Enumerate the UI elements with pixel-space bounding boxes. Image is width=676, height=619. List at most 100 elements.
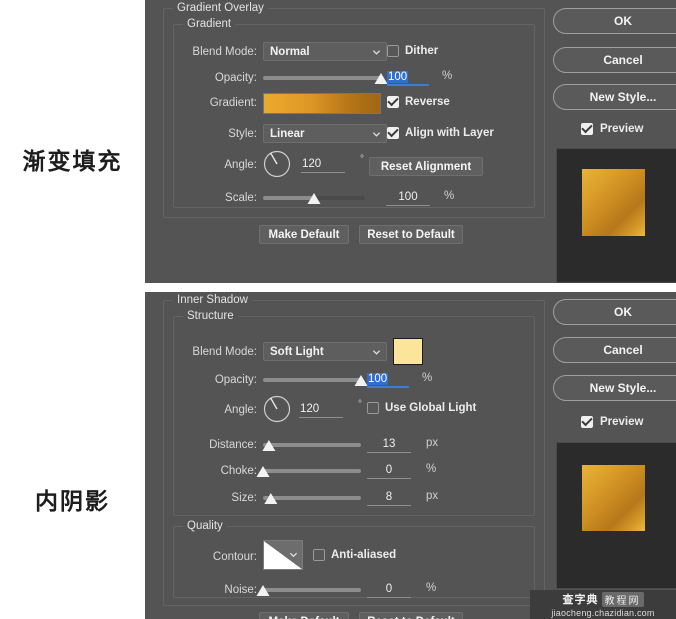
dither-checkbox[interactable]: Dither bbox=[387, 45, 438, 57]
structure-group-title: Structure bbox=[183, 310, 238, 322]
preview-square bbox=[581, 168, 646, 237]
gradient-swatch-wrap bbox=[263, 93, 395, 114]
choke-slider-fill bbox=[263, 469, 361, 473]
is-angle-label: Angle: bbox=[224, 404, 257, 416]
reverse-label: Reverse bbox=[405, 96, 450, 108]
noise-row: Noise: bbox=[181, 580, 257, 600]
reset-alignment-button[interactable]: Reset Alignment bbox=[369, 157, 483, 176]
size-slider[interactable] bbox=[263, 491, 361, 505]
style-select[interactable]: Linear bbox=[263, 124, 387, 143]
preview-checkbox[interactable]: Preview bbox=[581, 123, 643, 135]
is-opacity-value: 100 bbox=[367, 372, 389, 385]
is-cancel-button[interactable]: Cancel bbox=[553, 337, 676, 363]
is-opacity-row: Opacity: bbox=[181, 370, 257, 390]
inner-shadow-panel: Inner Shadow Structure Blend Mode: Soft … bbox=[145, 292, 676, 619]
is-angle-dial[interactable] bbox=[263, 395, 291, 423]
noise-value: 0 bbox=[385, 583, 393, 595]
blend-mode-label: Blend Mode: bbox=[192, 46, 257, 58]
size-unit: px bbox=[426, 490, 439, 502]
angle-field[interactable]: 120 bbox=[301, 156, 345, 173]
make-default-label: Make Default bbox=[268, 228, 340, 241]
choke-field[interactable]: 0 bbox=[367, 462, 411, 479]
is-opacity-field[interactable]: 100 bbox=[367, 371, 409, 388]
make-default-button[interactable]: Make Default bbox=[259, 225, 349, 244]
is-reset-to-default-label: Reset to Default bbox=[367, 616, 455, 619]
is-make-default-label: Make Default bbox=[269, 616, 340, 619]
cancel-button[interactable]: Cancel bbox=[553, 47, 676, 73]
is-reset-to-default-button[interactable]: Reset to Default bbox=[359, 612, 463, 619]
distance-label: Distance: bbox=[209, 439, 257, 451]
size-field[interactable]: 8 bbox=[367, 489, 411, 506]
is-preview-checkbox[interactable]: Preview bbox=[581, 416, 643, 428]
is-angle-field[interactable]: 120 bbox=[299, 401, 343, 418]
size-slider-fill bbox=[263, 496, 361, 500]
blend-mode-select[interactable]: Normal bbox=[263, 42, 387, 61]
choke-label: Choke: bbox=[220, 465, 257, 477]
scale-slider[interactable] bbox=[263, 191, 365, 205]
choke-slider[interactable] bbox=[256, 464, 361, 478]
gradient-label: Gradient: bbox=[209, 97, 257, 109]
distance-slider[interactable] bbox=[262, 438, 361, 452]
angle-dial[interactable] bbox=[263, 150, 291, 178]
contour-row: Contour: bbox=[181, 547, 257, 567]
distance-row: Distance: bbox=[181, 435, 257, 455]
align-with-layer-checkbox[interactable]: Align with Layer bbox=[387, 127, 494, 139]
chevron-down-icon bbox=[372, 131, 381, 137]
reverse-checkbox[interactable]: Reverse bbox=[387, 96, 450, 108]
opacity-slider[interactable] bbox=[263, 71, 388, 85]
is-blend-mode-row: Blend Mode: bbox=[181, 342, 257, 362]
is-opacity-label: Opacity: bbox=[214, 374, 257, 386]
annotation-gradient-fill: 渐变填充 bbox=[22, 149, 123, 175]
is-angle-unit: ° bbox=[358, 399, 362, 410]
reset-to-default-label: Reset to Default bbox=[367, 228, 455, 241]
gradient-swatch[interactable] bbox=[263, 93, 381, 114]
is-opacity-slider[interactable] bbox=[263, 373, 368, 387]
anti-aliased-checkbox[interactable]: Anti-aliased bbox=[313, 549, 396, 561]
align-with-layer-label: Align with Layer bbox=[405, 127, 494, 139]
size-value: 8 bbox=[385, 491, 393, 503]
opacity-field[interactable]: 100 bbox=[387, 69, 429, 86]
new-style-button[interactable]: New Style... bbox=[553, 84, 676, 110]
angle-unit: ° bbox=[360, 154, 364, 165]
noise-slider[interactable] bbox=[256, 583, 361, 597]
distance-field[interactable]: 13 bbox=[367, 436, 411, 453]
reverse-checkbox-box bbox=[387, 96, 399, 108]
annotation-column: 渐变填充 内阴影 bbox=[0, 0, 145, 619]
scale-row: Scale: bbox=[181, 188, 257, 208]
dither-checkbox-box bbox=[387, 45, 399, 57]
chevron-down-icon bbox=[372, 49, 381, 55]
ok-button[interactable]: OK bbox=[553, 8, 676, 34]
reset-to-default-button[interactable]: Reset to Default bbox=[359, 225, 463, 244]
is-make-default-button[interactable]: Make Default bbox=[259, 612, 349, 619]
is-new-style-button[interactable]: New Style... bbox=[553, 375, 676, 401]
shadow-color-swatch[interactable] bbox=[393, 338, 423, 365]
preview-label: Preview bbox=[600, 123, 644, 135]
is-ok-button[interactable]: OK bbox=[553, 299, 676, 325]
gradient-overlay-panel: Gradient Overlay Gradient Blend Mode: No… bbox=[145, 0, 676, 283]
angle-label: Angle: bbox=[224, 159, 257, 171]
use-global-light-checkbox[interactable]: Use Global Light bbox=[367, 402, 476, 414]
anti-aliased-checkbox-box bbox=[313, 549, 325, 561]
chevron-down-icon bbox=[372, 349, 381, 355]
blend-mode-row: Blend Mode: bbox=[181, 42, 257, 62]
noise-label: Noise: bbox=[224, 584, 257, 596]
cancel-label: Cancel bbox=[603, 53, 643, 67]
scale-field[interactable]: 100 bbox=[386, 189, 430, 206]
angle-value: 120 bbox=[302, 158, 322, 170]
distance-unit: px bbox=[426, 437, 439, 449]
watermark-brand: 查字典 bbox=[562, 593, 599, 606]
is-preview-label: Preview bbox=[600, 416, 644, 428]
watermark-tag: 教程网 bbox=[601, 591, 644, 607]
panel-gap bbox=[145, 283, 676, 292]
angle-row: Angle: bbox=[181, 155, 257, 175]
is-cancel-label: Cancel bbox=[603, 343, 643, 357]
noise-unit: % bbox=[426, 582, 437, 594]
opacity-slider-fill bbox=[263, 76, 381, 80]
style-value: Linear bbox=[270, 127, 305, 140]
align-with-layer-checkbox-box bbox=[387, 127, 399, 139]
noise-field[interactable]: 0 bbox=[367, 581, 411, 598]
chevron-down-icon[interactable] bbox=[289, 550, 298, 559]
style-label: Style: bbox=[228, 128, 257, 140]
is-blend-mode-select[interactable]: Soft Light bbox=[263, 342, 387, 361]
watermark-brand-row: 查字典 教程网 bbox=[563, 591, 644, 607]
